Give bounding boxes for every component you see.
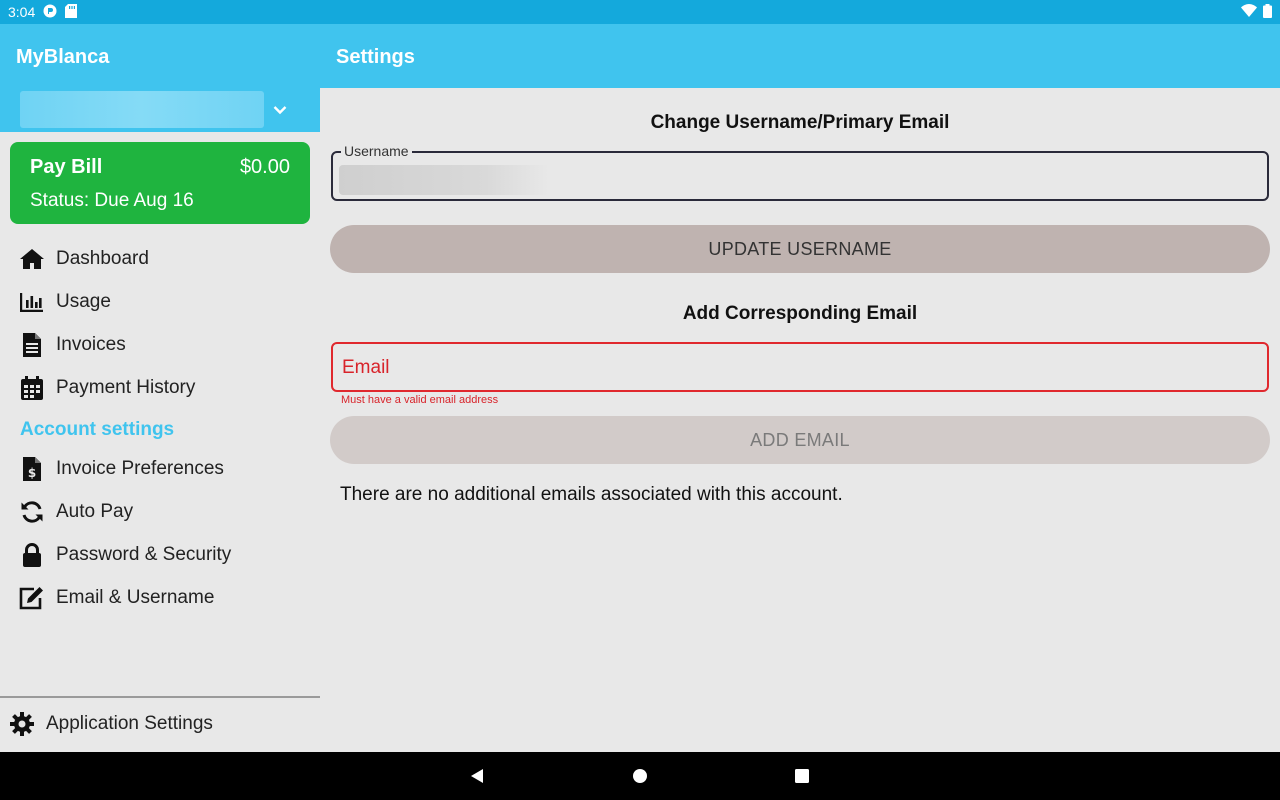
email-input-placeholder: Email: [342, 357, 390, 378]
sidebar-item-usage[interactable]: Usage: [0, 282, 320, 322]
sidebar-item-label: Password & Security: [56, 544, 232, 565]
system-navigation-bar: [0, 752, 1280, 800]
home-icon: [18, 245, 46, 273]
recents-icon[interactable]: [792, 766, 812, 786]
status-time: 3:04: [8, 4, 36, 20]
invoice-dollar-icon: $: [18, 455, 46, 483]
wifi-icon: [1241, 4, 1257, 20]
gear-icon: [8, 710, 36, 738]
account-name-redacted: [20, 91, 264, 128]
sidebar-item-dashboard[interactable]: Dashboard: [0, 239, 320, 279]
sidebar-item-application-settings[interactable]: Application Settings: [0, 704, 320, 744]
sidebar-item-invoice-preferences[interactable]: $ Invoice Preferences: [0, 449, 320, 489]
application-settings-label: Application Settings: [46, 713, 213, 734]
username-field[interactable]: Username: [331, 143, 1269, 201]
lock-icon: [18, 541, 46, 569]
app-title: MyBlanca: [16, 46, 110, 68]
sidebar-item-label: Payment History: [56, 377, 196, 398]
app-bar: MyBlanca Settings: [0, 24, 1280, 88]
status-bar: 3:04: [0, 0, 1280, 24]
email-input[interactable]: Email: [331, 342, 1269, 392]
document-icon: [18, 331, 46, 359]
settings-content: Change Username/Primary Email Username U…: [320, 88, 1280, 752]
account-settings-heading: Account settings: [20, 419, 175, 440]
chevron-down-icon[interactable]: [268, 98, 292, 122]
username-value-redacted: [339, 165, 549, 195]
account-selector[interactable]: [0, 88, 320, 132]
no-emails-message: There are no additional emails associate…: [340, 484, 843, 505]
sidebar-item-label: Invoices: [56, 334, 126, 355]
battery-icon: [1263, 3, 1272, 21]
change-username-heading: Change Username/Primary Email: [650, 112, 950, 133]
bar-chart-icon: [18, 288, 46, 316]
edit-icon: [18, 584, 46, 612]
sidebar-divider: [0, 696, 320, 698]
email-error-message: Must have a valid email address: [341, 394, 499, 406]
sidebar-item-label: Usage: [56, 291, 111, 312]
sidebar-item-label: Invoice Preferences: [56, 458, 224, 479]
sidebar-item-label: Auto Pay: [56, 501, 134, 522]
username-field-label: Username: [341, 143, 412, 159]
pay-bill-amount: $0.00: [239, 156, 290, 178]
sidebar-item-email-username[interactable]: Email & Username: [0, 578, 320, 618]
sync-icon: [18, 498, 46, 526]
notification-app-icon: [43, 4, 57, 21]
pay-bill-card[interactable]: Pay Bill $0.00 Status: Due Aug 16: [10, 142, 310, 224]
sd-card-icon: [65, 3, 78, 21]
sidebar-item-invoices[interactable]: Invoices: [0, 325, 320, 365]
sidebar-item-label: Dashboard: [56, 248, 149, 269]
svg-text:$: $: [28, 466, 36, 480]
sidebar-item-payment-history[interactable]: Payment History: [0, 368, 320, 408]
add-email-heading: Add Corresponding Email: [682, 303, 918, 324]
page-title: Settings: [336, 46, 415, 68]
update-username-button[interactable]: UPDATE USERNAME: [330, 225, 1270, 273]
add-email-button[interactable]: ADD EMAIL: [330, 416, 1270, 464]
pay-bill-status: Status: Due Aug 16: [30, 190, 194, 211]
sidebar-item-auto-pay[interactable]: Auto Pay: [0, 492, 320, 532]
pay-bill-title: Pay Bill: [30, 156, 103, 178]
back-icon[interactable]: [467, 766, 487, 786]
sidebar: Pay Bill $0.00 Status: Due Aug 16 Dashbo…: [0, 88, 320, 752]
sidebar-item-password-security[interactable]: Password & Security: [0, 535, 320, 575]
sidebar-item-label: Email & Username: [56, 587, 215, 608]
home-button-icon[interactable]: [630, 766, 650, 786]
calendar-icon: [18, 374, 46, 402]
